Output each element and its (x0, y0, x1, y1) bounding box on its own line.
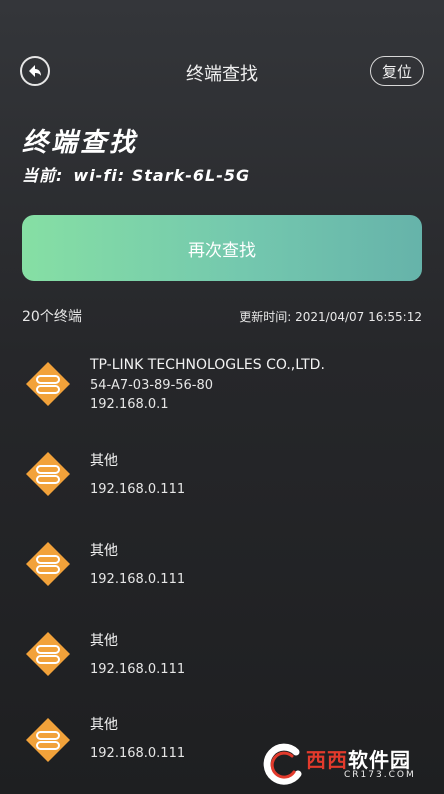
device-name: TP-LINK TECHNOLOGLES CO.,LTD. (90, 357, 325, 373)
device-icon (26, 632, 70, 676)
device-ip: 192.168.0.111 (90, 746, 186, 761)
device-icon (26, 542, 70, 586)
device-ip: 192.168.0.1 (90, 397, 169, 412)
search-again-button[interactable]: 再次查找 (22, 215, 422, 281)
device-ip: 192.168.0.111 (90, 482, 186, 497)
watermark-brand-white: 软件园 (348, 748, 411, 772)
device-mac: 54-A7-03-89-56-80 (90, 378, 214, 393)
watermark-text: 西西软件园 CR173.COM (304, 750, 416, 780)
device-text: TP-LINK TECHNOLOGLES CO.,LTD. 54-A7-03-8… (90, 356, 325, 414)
device-count: 20个终端 (22, 309, 82, 325)
page-title: 终端查找 (22, 128, 139, 158)
reset-button[interactable]: 复位 (370, 56, 424, 86)
device-ip: 192.168.0.111 (90, 572, 186, 587)
current-network: 当前: wi-fi: Stark-6L-5G (22, 162, 250, 186)
watermark-domain: CR173.COM (344, 770, 416, 780)
top-bar: 终端查找 复位 (0, 0, 444, 140)
device-icon (26, 452, 70, 496)
device-text: 其他 192.168.0.111 (90, 542, 185, 587)
watermark-logo-icon (263, 743, 302, 785)
device-ip: 192.168.0.111 (90, 662, 186, 677)
device-text: 其他 192.168.0.111 (90, 632, 185, 677)
device-name: 其他 (90, 453, 118, 469)
current-label: 当前: (22, 166, 64, 185)
device-text: 其他 192.168.0.111 (90, 716, 185, 761)
device-text: 其他 192.168.0.111 (90, 452, 185, 497)
device-name: 其他 (90, 543, 118, 559)
device-name: 其他 (90, 717, 118, 733)
watermark-brand-red: 西西 (306, 748, 348, 772)
device-icon (26, 362, 70, 406)
watermark: 西西软件园 CR173.COM (258, 742, 436, 788)
wifi-name: wi-fi: Stark-6L-5G (73, 166, 251, 185)
device-icon (26, 718, 70, 762)
update-time: 更新时间: 2021/04/07 16:55:12 (239, 310, 422, 324)
device-name: 其他 (90, 633, 118, 649)
